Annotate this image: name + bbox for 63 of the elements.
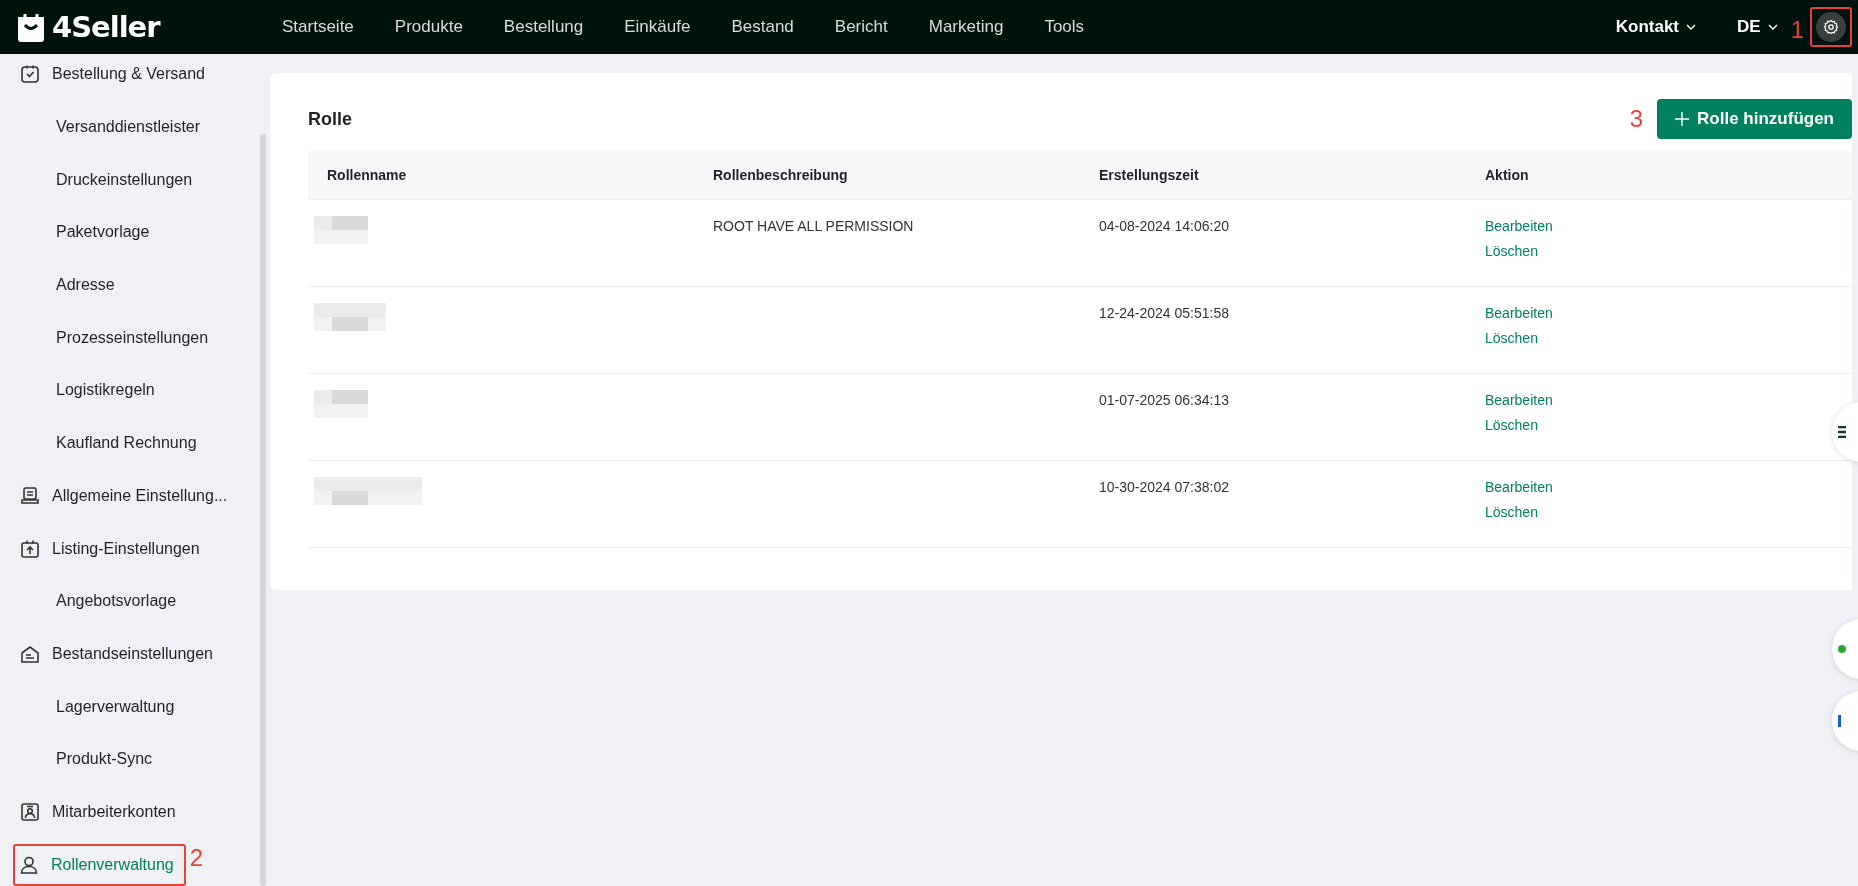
- printer-icon: [20, 485, 40, 506]
- action-link[interactable]: Löschen: [1485, 243, 1833, 259]
- action-link[interactable]: Bearbeiten: [1485, 479, 1833, 495]
- table-cell: 10-30-2024 07:38:02: [1080, 460, 1466, 548]
- sidebar-item[interactable]: Listing-Einstellungen: [0, 522, 270, 575]
- annotation-number: 3: [1629, 105, 1644, 133]
- nav-link[interactable]: Startseite: [266, 17, 370, 37]
- action-link[interactable]: Bearbeiten: [1485, 218, 1833, 234]
- page-title: Rolle: [308, 108, 352, 130]
- sidebar-item[interactable]: Angebotsvorlage: [0, 574, 270, 628]
- clipboard-check-icon: [20, 64, 40, 85]
- nav-link[interactable]: Bericht: [818, 17, 904, 37]
- contact-dropdown[interactable]: Kontakt: [1615, 17, 1697, 37]
- sidebar-item[interactable]: Versanddienstleister: [0, 100, 270, 154]
- sidebar-item[interactable]: Lagerverwaltung: [0, 680, 270, 733]
- pixelated-name-block: [314, 303, 386, 331]
- upload-box-icon: [20, 538, 40, 559]
- action-link[interactable]: Bearbeiten: [1485, 392, 1833, 408]
- nav-link[interactable]: Bestellung: [487, 17, 600, 37]
- sidebar-item[interactable]: Paketvorlage: [0, 206, 270, 259]
- column-header: Rollenbeschreibung: [694, 151, 1080, 200]
- sidebar-item[interactable]: Rollenverwaltung: [13, 843, 186, 886]
- sidebar-item[interactable]: Druckeinstellungen: [0, 153, 270, 207]
- pixelated-name-block: [314, 216, 368, 244]
- annotation-number: 1: [1790, 16, 1804, 44]
- nav-link[interactable]: Produkte: [378, 17, 479, 37]
- bag-logo-icon: [16, 11, 46, 43]
- action-link[interactable]: Löschen: [1485, 504, 1833, 520]
- settings-icon: [1823, 19, 1839, 35]
- add-role-button[interactable]: Rolle hinzufügen: [1657, 99, 1852, 139]
- nav-link[interactable]: Tools: [1028, 17, 1101, 37]
- pixelated-name-block: [314, 390, 368, 418]
- sidebar-item[interactable]: Logistikregeln: [0, 364, 270, 417]
- language-dropdown[interactable]: DE: [1737, 17, 1779, 37]
- brand-name: 4Seller: [52, 10, 160, 44]
- column-header: Aktion: [1466, 151, 1852, 200]
- action-link[interactable]: Löschen: [1485, 330, 1833, 346]
- user-icon: [19, 854, 39, 875]
- action-link[interactable]: Löschen: [1485, 417, 1833, 433]
- house-icon: [20, 643, 40, 664]
- sidebar-item[interactable]: Produkt-Sync: [0, 732, 270, 786]
- sidebar-item[interactable]: Mitarbeiterkonten: [0, 785, 270, 839]
- sidebar-item[interactable]: Adresse: [0, 258, 270, 312]
- table-cell: 12-24-2024 05:51:58: [1080, 286, 1466, 374]
- column-header: Erstellungszeit: [1080, 151, 1466, 200]
- action-link[interactable]: Bearbeiten: [1485, 305, 1833, 321]
- sidebar-item[interactable]: Bestandseinstellungen: [0, 627, 270, 681]
- id-badge-icon: [20, 801, 40, 822]
- nav-link[interactable]: Einkäufe: [608, 17, 707, 37]
- plus-icon: [1675, 112, 1690, 126]
- sidebar-item[interactable]: Allgemeine Einstellung...: [0, 469, 270, 523]
- scrollbar[interactable]: [260, 134, 266, 886]
- table-cell: ROOT HAVE ALL PERMISSION: [694, 199, 1080, 287]
- table-cell: 01-07-2025 06:34:13: [1080, 373, 1466, 461]
- settings-button[interactable]: [1816, 12, 1846, 42]
- table-cell: 04-08-2024 14:06:20: [1080, 199, 1466, 287]
- annotation-number: 2: [189, 843, 204, 872]
- sidebar-item[interactable]: Prozesseinstellungen: [0, 311, 270, 365]
- sidebar-item[interactable]: Kaufland Rechnung: [0, 416, 270, 470]
- sidebar-item[interactable]: Bestellung & Versand: [0, 54, 270, 101]
- column-header: Rollenname: [308, 151, 694, 200]
- nav-link[interactable]: Marketing: [912, 17, 1020, 37]
- nav-link[interactable]: Bestand: [715, 17, 810, 37]
